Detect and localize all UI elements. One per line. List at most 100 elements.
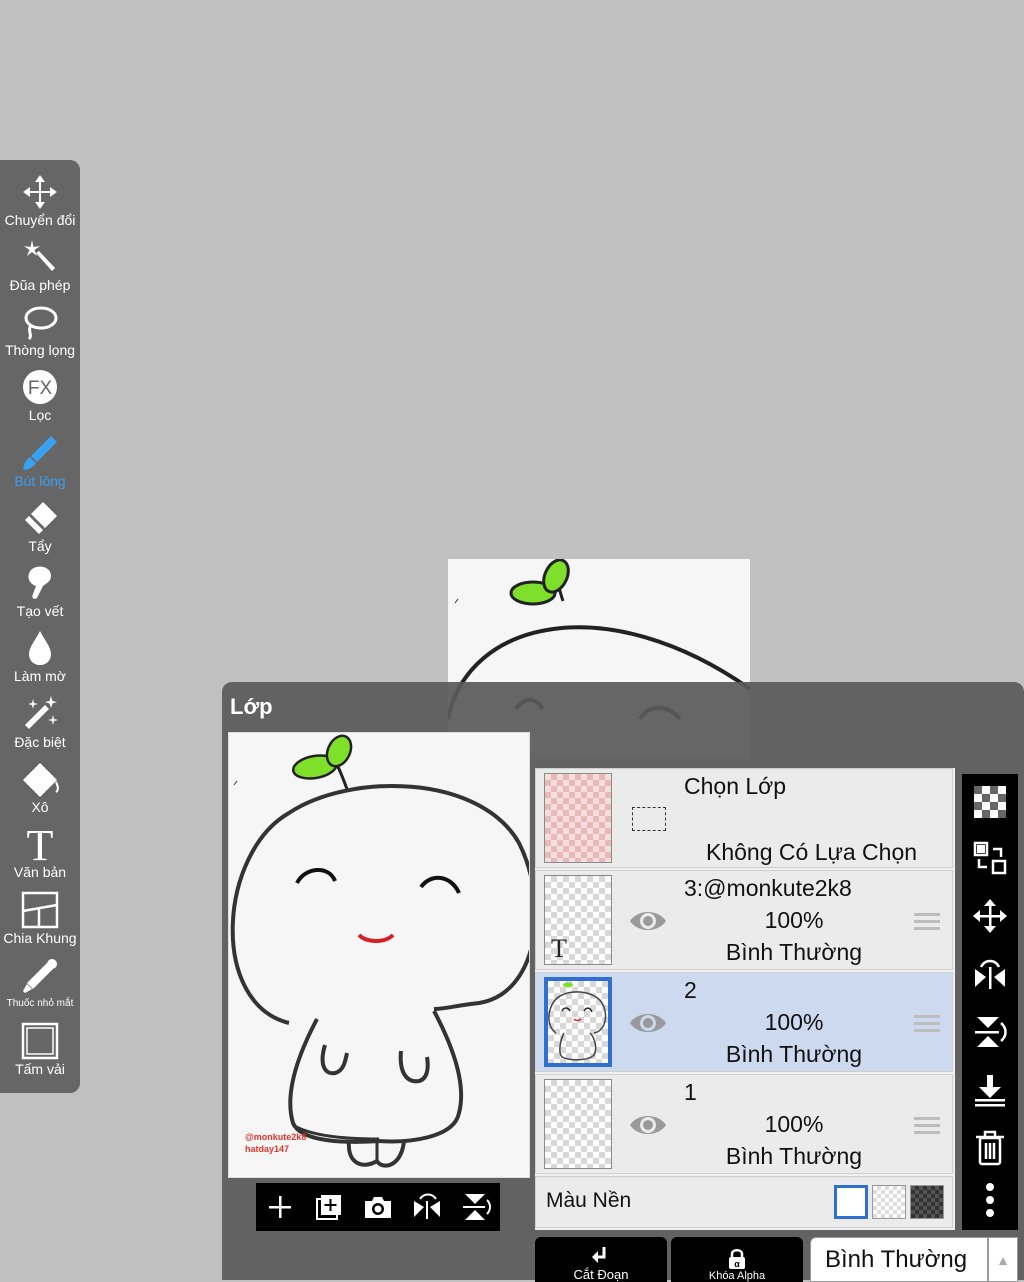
svg-text:α: α: [734, 1259, 740, 1269]
clipping-button[interactable]: Cắt Đoạn: [535, 1237, 667, 1282]
alpha-lock-button[interactable]: α Khóa Alpha: [671, 1237, 803, 1282]
tool-label: Lọc: [28, 407, 52, 423]
tool-label: Đũa phép: [9, 277, 71, 293]
camera-icon: [364, 1197, 391, 1218]
background-transparent-swatch[interactable]: [872, 1185, 906, 1219]
canvas-icon: [18, 1021, 62, 1061]
watermark-text: @monkute2k8 hatday147: [245, 1131, 306, 1155]
delete-layer-button[interactable]: [970, 1128, 1010, 1168]
watermark-line-1: @monkute2k8: [245, 1132, 307, 1142]
tool-label: Chuyển đổi: [4, 212, 76, 228]
visibility-eye-icon[interactable]: [628, 1107, 668, 1143]
layer-blend-mode: Bình Thường: [725, 1041, 863, 1067]
merge-down-button[interactable]: [970, 1070, 1010, 1110]
svg-text:FX: FX: [28, 378, 53, 399]
eyedropper-icon: [18, 956, 62, 996]
visibility-eye-icon[interactable]: [628, 903, 668, 939]
flip-vertical-icon: [462, 1194, 491, 1220]
add-layer-copy-button[interactable]: [312, 1190, 346, 1224]
layer-row[interactable]: 1 100% Bình Thường: [535, 1074, 953, 1174]
tool-canvas[interactable]: Tấm vải: [0, 1021, 80, 1085]
layer-opacity: 100%: [764, 1009, 824, 1035]
selection-thumbnail: [544, 773, 612, 863]
drag-handle-icon[interactable]: [914, 913, 940, 933]
selection-marquee-icon: [632, 807, 666, 831]
layer-add-icon: [316, 1195, 342, 1220]
lasso-icon: [18, 302, 62, 342]
special-wand-icon: [18, 694, 62, 734]
tool-smudge[interactable]: Tạo vết: [0, 563, 80, 627]
brush-icon: [18, 433, 62, 473]
alpha-lock-label: Khóa Alpha: [708, 1270, 766, 1282]
layer-row-selected[interactable]: 2 100% Bình Thường: [535, 972, 953, 1072]
more-options-button[interactable]: [970, 1180, 1010, 1220]
tool-eyedropper[interactable]: Thuốc nhỏ mắt: [0, 956, 80, 1020]
merge-down-icon: [975, 1075, 1005, 1107]
checkerboard-icon: [974, 786, 1006, 818]
tool-label: Văn bản: [13, 864, 67, 880]
tool-sidebar: Chuyển đổi Đũa phép Thòng lọng FX Lọc Bú…: [0, 160, 80, 1093]
layer-thumbnail-drawing: [548, 982, 607, 1061]
add-layer-button[interactable]: [263, 1190, 297, 1224]
layer-name: 1: [684, 1079, 697, 1105]
blend-mode-arrow-icon[interactable]: ▲: [988, 1237, 1018, 1282]
tool-eraser[interactable]: Tẩy: [0, 498, 80, 562]
clip-arrow-icon: [592, 1247, 606, 1263]
flip-vertical-button[interactable]: [459, 1190, 493, 1224]
tool-frame-divider[interactable]: Chia Khung: [0, 890, 80, 954]
tool-blur[interactable]: Làm mờ: [0, 628, 80, 692]
background-color-row: Màu Nền: [535, 1176, 953, 1228]
flip-horizontal-button[interactable]: [410, 1190, 444, 1224]
tool-label: Tạo vết: [16, 603, 64, 619]
flip-vertical-icon: [975, 1017, 1007, 1047]
magic-wand-icon: [18, 237, 62, 277]
text-icon: T: [18, 824, 62, 864]
tool-label: Chia Khung: [3, 930, 77, 946]
flip-horizontal-icon: [413, 1193, 440, 1219]
tool-special[interactable]: Đặc biệt: [0, 694, 80, 758]
move-layer-button[interactable]: [970, 896, 1010, 936]
layer-opacity: 100%: [764, 1111, 824, 1137]
fx-filter-icon: FX: [18, 367, 62, 407]
tool-brush[interactable]: Bút lông: [0, 433, 80, 497]
smudge-icon: [18, 563, 62, 603]
flip-layer-vertical-button[interactable]: [970, 1012, 1010, 1052]
tool-magic-wand[interactable]: Đũa phép: [0, 237, 80, 301]
text-layer-icon: T: [551, 934, 567, 963]
drag-handle-icon[interactable]: [914, 1117, 940, 1137]
background-dark-swatch[interactable]: [910, 1185, 944, 1219]
layer-row[interactable]: T 3:@monkute2k8 100% Bình Thường: [535, 870, 953, 970]
flip-layer-horizontal-button[interactable]: [970, 954, 1010, 994]
tool-label: Thòng lọng: [4, 342, 76, 358]
tool-bucket[interactable]: Xô: [0, 759, 80, 823]
tool-transform[interactable]: Chuyển đổi: [0, 172, 80, 236]
tool-label: Tấm vải: [15, 1061, 65, 1077]
visibility-eye-icon[interactable]: [628, 1005, 668, 1041]
move-arrows-icon: [973, 899, 1007, 933]
tool-label: Tẩy: [28, 538, 52, 554]
svg-text:T: T: [27, 824, 54, 864]
background-white-swatch[interactable]: [834, 1185, 868, 1219]
layer-thumbnail: [544, 1079, 612, 1169]
layer-action-bar: [256, 1183, 500, 1231]
drag-handle-icon[interactable]: [914, 1015, 940, 1035]
tool-filter[interactable]: FX Lọc: [0, 367, 80, 431]
tool-lasso[interactable]: Thòng lọng: [0, 302, 80, 366]
swap-layer-button[interactable]: [970, 838, 1010, 878]
transparency-checker-button[interactable]: [970, 782, 1010, 822]
camera-import-button[interactable]: [361, 1190, 395, 1224]
tool-text[interactable]: T Văn bản: [0, 824, 80, 888]
plus-icon: [269, 1196, 292, 1218]
layer-name: 2: [684, 977, 697, 1003]
selection-status: Không Có Lựa Chọn: [706, 839, 918, 865]
blend-mode-dropdown[interactable]: Bình Thường: [810, 1237, 988, 1282]
layer-thumbnail: [544, 977, 612, 1067]
layer-tools-column: [962, 774, 1018, 1230]
bucket-icon: [18, 759, 62, 799]
frame-divider-icon: [18, 890, 62, 930]
tool-label: Đặc biệt: [14, 734, 66, 750]
background-color-label: Màu Nền: [546, 1189, 632, 1212]
selection-title: Chọn Lớp: [684, 773, 787, 799]
selection-layer-row[interactable]: Chọn Lớp Không Có Lựa Chọn: [535, 768, 953, 868]
layer-list: Chọn Lớp Không Có Lựa Chọn T 3:@monkute2…: [535, 768, 955, 1230]
